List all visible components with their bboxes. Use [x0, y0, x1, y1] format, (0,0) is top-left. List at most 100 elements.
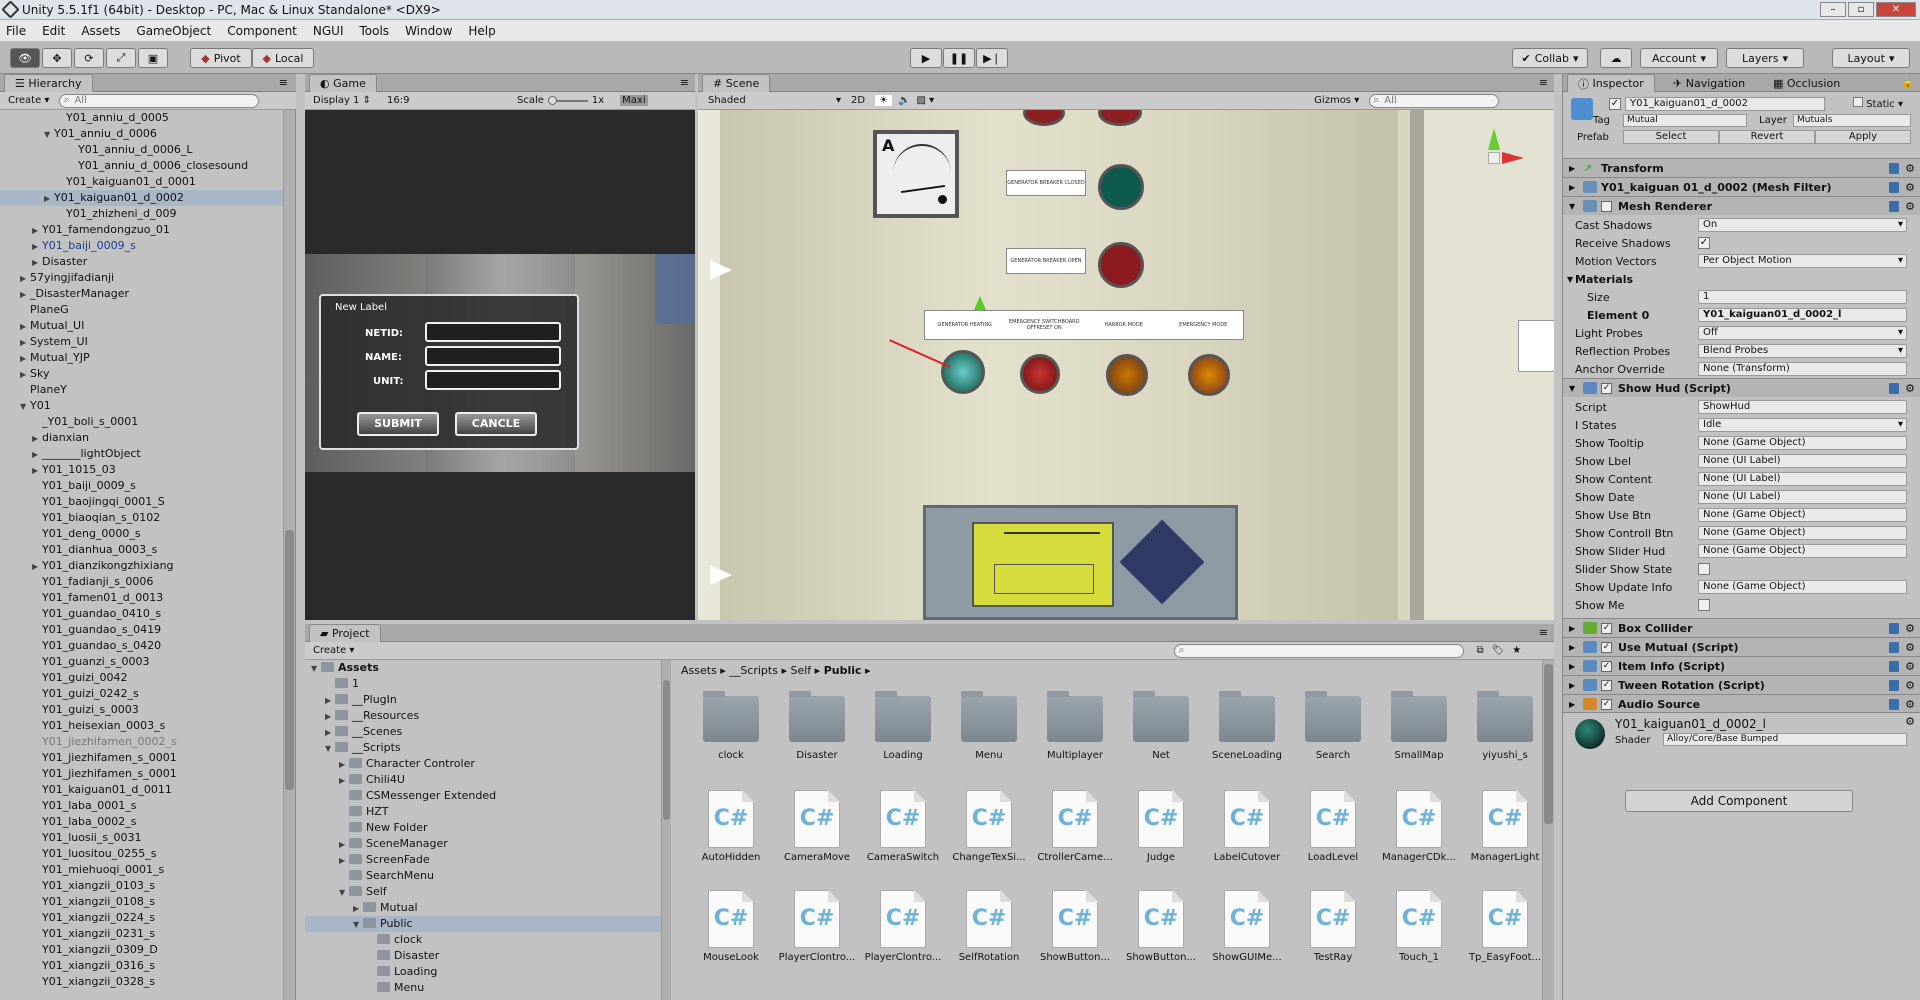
inspector-field-value[interactable]: None (UI Label)	[1698, 454, 1907, 468]
inspector-field-value[interactable]: None (Game Object)	[1698, 526, 1907, 540]
account-dropdown[interactable]: Account ▾	[1640, 48, 1718, 68]
asset-script[interactable]: C# SelfRotation	[947, 888, 1031, 972]
project-tree-item[interactable]: ▶ ScreenFade	[305, 852, 665, 868]
breadcrumb-assets[interactable]: Assets	[681, 664, 717, 677]
hierarchy-scrollbar[interactable]	[283, 110, 295, 1000]
hierarchy-item[interactable]: Y01_jiezhifamen_s_0001	[0, 750, 290, 766]
hierarchy-create-button[interactable]: Create ▾	[8, 95, 49, 106]
size-field[interactable]: 1	[1698, 290, 1907, 304]
component-header[interactable]: ▶ ✓ Audio Source ⚙	[1563, 694, 1920, 713]
hierarchy-item[interactable]: Y01_xiangzii_0316_s	[0, 958, 290, 974]
hierarchy-item[interactable]: ▼ Y01	[0, 398, 290, 414]
component-header[interactable]: ▶ ✓ Tween Rotation (Script) ⚙	[1563, 675, 1920, 694]
effects-toggle[interactable]: ▨ ▾	[917, 95, 935, 106]
component-transform[interactable]: ▶ ↗ Transform ⚙	[1563, 158, 1920, 177]
hierarchy-item[interactable]: ▼ Y01_anniu_d_0006	[0, 126, 290, 142]
menu-component[interactable]: Component	[227, 24, 297, 38]
hierarchy-item[interactable]: Y01_jiezhifamen_s_0001	[0, 766, 290, 782]
hierarchy-item[interactable]: ▶ System_UI	[0, 334, 290, 350]
component-mesh-renderer[interactable]: ▼ Mesh Renderer ⚙	[1563, 196, 1920, 215]
gear-icon[interactable]: ⚙	[1905, 679, 1915, 692]
gizmo-x-cone[interactable]	[1502, 152, 1524, 164]
asset-script[interactable]: C# PlayerClontro...	[775, 888, 859, 972]
help-book-icon[interactable]	[1889, 679, 1899, 691]
component-header[interactable]: ▶ ✓ Item Info (Script) ⚙	[1563, 656, 1920, 675]
hierarchy-item[interactable]: ▶ Y01_dianzikongzhixiang	[0, 558, 290, 574]
hierarchy-item[interactable]: Y01_biaoqian_s_0102	[0, 510, 290, 526]
asset-script[interactable]: C# AutoHidden	[689, 788, 773, 872]
hierarchy-item[interactable]: Y01_guizi_s_0003	[0, 702, 290, 718]
project-tree-item[interactable]: ▶ Character Controler	[305, 756, 665, 772]
hierarchy-item[interactable]: Y01_guandao_0410_s	[0, 606, 290, 622]
netid-input[interactable]	[425, 322, 561, 342]
static-toggle[interactable]: Static ▾	[1853, 97, 1903, 110]
hand-tool-button[interactable]: 👁	[10, 48, 40, 68]
component-show-hud[interactable]: ▼ ✓ Show Hud (Script) ⚙	[1563, 378, 1920, 397]
scene-search-input[interactable]: All	[1369, 93, 1500, 108]
game-viewport[interactable]: New Label NETID: NAME: UNIT: SUBMIT CANC…	[305, 110, 695, 620]
maximize-toggle[interactable]: Maxi	[620, 95, 648, 106]
hierarchy-item[interactable]: Y01_xiangzii_0103_s	[0, 878, 290, 894]
selected-switch-knob[interactable]	[941, 350, 985, 394]
chevron-right-icon[interactable]: ▶	[353, 901, 363, 917]
gizmos-dropdown[interactable]: Gizmos ▾	[1314, 95, 1359, 106]
tab-hierarchy[interactable]: ☰ Hierarchy	[4, 74, 93, 92]
help-book-icon[interactable]	[1889, 181, 1899, 193]
gear-icon[interactable]: ⚙	[1905, 660, 1915, 673]
unit-input[interactable]	[425, 370, 561, 390]
menu-tools[interactable]: Tools	[360, 24, 390, 38]
move-tool-button[interactable]: ✥	[42, 48, 72, 68]
chevron-down-icon[interactable]: ▼	[339, 885, 349, 901]
hierarchy-item[interactable]: Y01_xiangzii_0328_s	[0, 974, 290, 990]
asset-folder[interactable]: Loading	[861, 688, 945, 772]
chevron-down-icon[interactable]: ▼	[20, 399, 30, 415]
panel-menu-icon[interactable]: ≡	[680, 76, 689, 89]
project-tree-item[interactable]: ▶ __PlugIn	[305, 692, 665, 708]
project-tree-item[interactable]: ▶ Chili4U	[305, 772, 665, 788]
favorite-star-icon[interactable]: ★	[1512, 645, 1521, 656]
hierarchy-item[interactable]: Y01_anniu_d_0005	[0, 110, 290, 126]
collab-dropdown[interactable]: ✔ Collab ▾	[1512, 48, 1588, 68]
chevron-right-icon[interactable]: ▶	[32, 463, 42, 479]
inspector-field-value[interactable]: Blend Probes	[1698, 344, 1907, 358]
tab-scene[interactable]: # Scene	[702, 74, 771, 92]
hierarchy-item[interactable]: Y01_heisexian_0003_s	[0, 718, 290, 734]
pivot-toggle[interactable]: ◆ Pivot	[190, 48, 252, 68]
hierarchy-item[interactable]: Y01_anniu_d_0006_closesound	[0, 158, 290, 174]
project-create-button[interactable]: Create ▾	[313, 645, 354, 656]
chevron-right-icon[interactable]: ▶	[325, 693, 335, 709]
project-tree-item[interactable]: ▼ Self	[305, 884, 665, 900]
project-tree-item[interactable]: ▼ Assets	[305, 660, 665, 676]
tab-occlusion[interactable]: ▦ Occlusion	[1763, 74, 1850, 92]
hierarchy-item[interactable]: PlaneG	[0, 302, 290, 318]
project-grid-scroll-thumb[interactable]	[1544, 664, 1553, 824]
tab-game[interactable]: ◐ Game	[309, 74, 377, 92]
inspector-field-value[interactable]: ShowHud	[1698, 400, 1907, 414]
gear-icon[interactable]: ⚙	[1905, 382, 1915, 395]
help-book-icon[interactable]	[1889, 382, 1899, 394]
breadcrumb-public[interactable]: Public	[824, 664, 862, 677]
chevron-right-icon[interactable]: ▶	[20, 287, 30, 303]
asset-script[interactable]: C# CameraSwitch	[861, 788, 945, 872]
tab-navigation[interactable]: ✈ Navigation	[1663, 74, 1755, 92]
asset-script[interactable]: C# PlayerClontro...	[861, 888, 945, 972]
hierarchy-item[interactable]: Y01_guizi_0042	[0, 670, 290, 686]
hierarchy-item[interactable]: ▶ Y01_1015_03	[0, 462, 290, 478]
hierarchy-item[interactable]: ▶ Mutual_UI	[0, 318, 290, 334]
asset-folder[interactable]: Net	[1119, 688, 1203, 772]
scale-slider[interactable]	[547, 95, 588, 105]
menu-file[interactable]: File	[6, 24, 26, 38]
breadcrumb-scripts[interactable]: __Scripts	[729, 664, 778, 677]
hierarchy-item[interactable]: ▶ 57yingjifadianji	[0, 270, 290, 286]
asset-script[interactable]: C# ManagerLight	[1463, 788, 1547, 872]
pause-button[interactable]: ❚❚	[943, 48, 975, 68]
prefab-apply-button[interactable]: Apply	[1815, 130, 1911, 144]
hierarchy-item[interactable]: Y01_kaiguan01_d_0011	[0, 782, 290, 798]
shader-dropdown[interactable]: Alloy/Core/Base Bumped	[1663, 733, 1907, 746]
chevron-down-icon[interactable]: ▼	[311, 661, 321, 677]
chevron-down-icon[interactable]: ▼	[44, 127, 54, 143]
hierarchy-item[interactable]: Y01_zhizheni_d_009	[0, 206, 290, 222]
asset-folder[interactable]: yiyushi_s	[1463, 688, 1547, 772]
project-search-input[interactable]	[1174, 643, 1465, 658]
project-tree-item[interactable]: Menu	[305, 980, 665, 996]
